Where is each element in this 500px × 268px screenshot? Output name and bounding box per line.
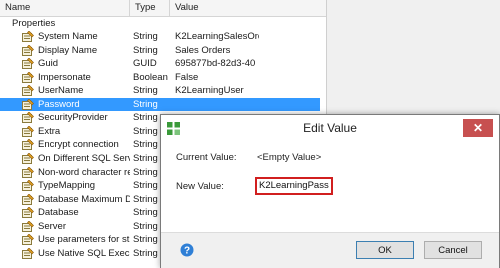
property-icon	[22, 112, 34, 124]
ok-button[interactable]: OK	[356, 241, 414, 259]
cancel-button[interactable]: Cancel	[424, 241, 482, 259]
property-name: System Name	[38, 31, 98, 42]
current-value-label: Current Value:	[176, 152, 237, 163]
close-icon: ✕	[472, 121, 484, 135]
property-value[interactable]: K2LearningSalesOrd	[175, 30, 259, 43]
property-type: String	[133, 98, 158, 110]
grid-header: Name Type Value	[0, 0, 326, 17]
property-name: UserName	[38, 85, 84, 97]
property-icon	[22, 207, 34, 219]
property-name: Display Name	[38, 44, 98, 56]
property-icon	[22, 220, 34, 232]
property-icon	[22, 166, 34, 178]
property-value[interactable]: 695877bd-82d3-40	[175, 57, 259, 70]
property-icon	[22, 234, 34, 246]
property-type: String	[133, 85, 158, 97]
property-name: Server	[38, 220, 66, 232]
property-value[interactable]: False	[175, 71, 259, 84]
property-row[interactable]: System Name String K2LearningSalesOrd	[0, 30, 320, 43]
new-value-input[interactable]: K2LearningPass	[255, 177, 333, 195]
property-row[interactable]: UserName String K2LearningUser	[0, 84, 320, 97]
property-icon	[22, 193, 34, 205]
column-header-type[interactable]: Type	[130, 0, 170, 16]
property-name: Encrypt connection	[38, 139, 119, 151]
property-value[interactable]: Sales Orders	[175, 44, 259, 57]
property-icon	[22, 71, 34, 83]
property-icon	[22, 31, 34, 42]
property-name: Impersonate	[38, 71, 91, 83]
svg-text:?: ?	[184, 246, 190, 257]
property-name: SecurityProvider	[38, 112, 108, 124]
category-properties: Properties	[12, 18, 56, 29]
property-icon	[22, 247, 34, 259]
column-header-name[interactable]: Name	[0, 0, 130, 16]
property-name: Database	[38, 207, 79, 219]
property-type: String	[133, 44, 158, 56]
dialog-footer: ? OK Cancel	[161, 232, 499, 268]
property-type: String	[133, 31, 158, 42]
current-value-text: <Empty Value>	[257, 152, 322, 163]
property-row[interactable]: Guid GUID 695877bd-82d3-40	[0, 57, 320, 70]
property-icon	[22, 85, 34, 97]
property-icon	[22, 58, 34, 70]
property-name: Non-word character re	[38, 166, 130, 178]
new-value-label: New Value:	[176, 181, 224, 192]
property-icon	[22, 44, 34, 56]
property-icon	[22, 180, 34, 192]
property-type: GUID	[133, 58, 157, 70]
property-type: Boolean	[133, 71, 168, 83]
property-value[interactable]	[175, 98, 259, 111]
property-icon	[22, 125, 34, 137]
close-button[interactable]: ✕	[463, 119, 493, 137]
property-row[interactable]: Password String	[0, 97, 320, 111]
property-name: Password	[38, 98, 80, 110]
edit-value-dialog: Edit Value ✕ Current Value: <Empty Value…	[160, 114, 500, 268]
property-row[interactable]: Display Name String Sales Orders	[0, 44, 320, 57]
dialog-title: Edit Value	[303, 121, 357, 135]
property-name: Use parameters for st	[38, 234, 130, 246]
help-icon[interactable]: ?	[180, 243, 194, 257]
property-name: Guid	[38, 58, 59, 70]
dialog-titlebar[interactable]: Edit Value ✕	[161, 115, 499, 142]
property-name: TypeMapping	[38, 180, 96, 192]
property-icon	[22, 152, 34, 164]
column-header-value[interactable]: Value	[170, 0, 326, 16]
property-icon	[22, 139, 34, 151]
property-value[interactable]: K2LearningUser	[175, 84, 259, 97]
property-name: Database Maximum De	[38, 193, 130, 205]
property-row[interactable]: Impersonate Boolean False	[0, 71, 320, 84]
property-name: On Different SQL Serv	[38, 152, 130, 164]
property-icon	[22, 98, 34, 110]
property-name: Extra	[38, 125, 61, 137]
property-name: Use Native SQL Execu	[38, 247, 130, 259]
